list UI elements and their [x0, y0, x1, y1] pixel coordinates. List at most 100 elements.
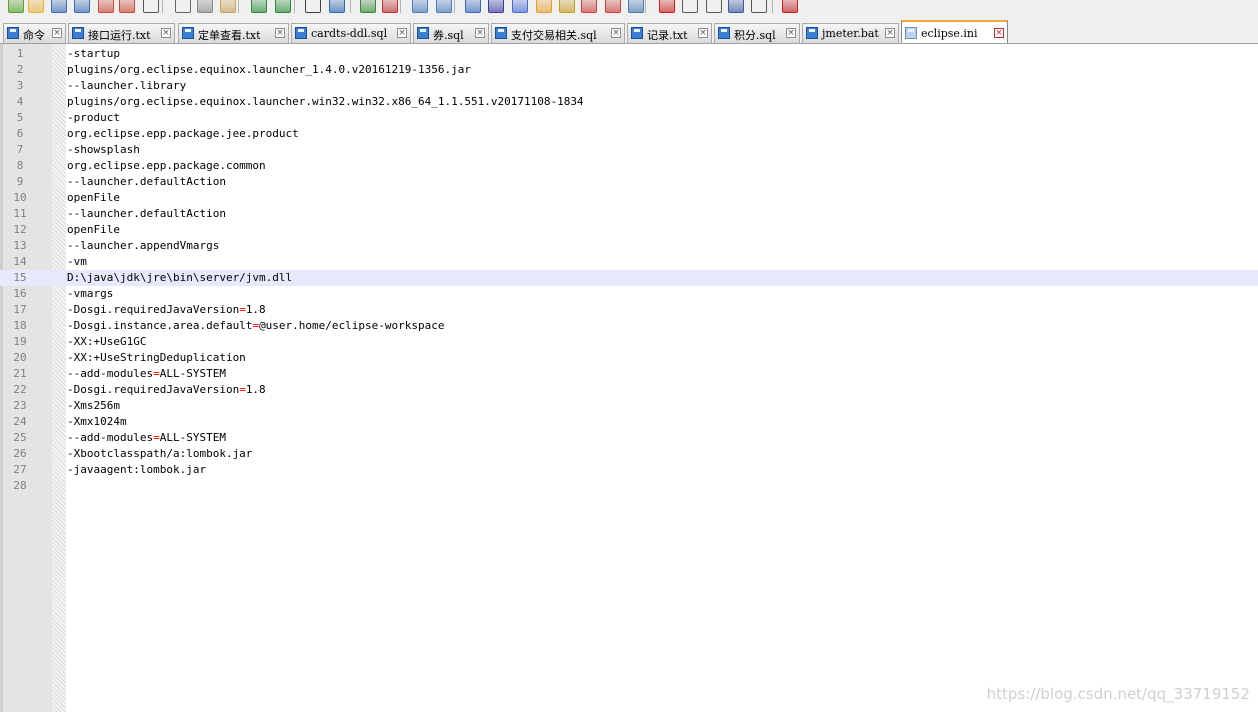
code-line[interactable]: 21 --add-modules=ALL-SYSTEM — [0, 366, 1258, 382]
line-number: 2 — [16, 63, 24, 76]
copy-icon[interactable] — [197, 0, 213, 13]
line-number: 23 — [13, 399, 27, 412]
code-line[interactable]: 27 -javaagent:lombok.jar — [0, 462, 1258, 478]
code-line[interactable]: 19 -XX:+UseG1GC — [0, 334, 1258, 350]
save-macro-icon[interactable] — [751, 0, 767, 13]
close-tab-icon[interactable]: × — [161, 28, 171, 38]
line-number: 11 — [13, 207, 27, 220]
line-text: org.eclipse.epp.package.common — [67, 159, 266, 172]
replace-icon[interactable] — [329, 0, 345, 13]
close-tab-icon[interactable]: × — [275, 28, 285, 38]
code-line[interactable]: 5 -product — [0, 110, 1258, 126]
tab-3[interactable]: 定单查看.txt × — [178, 23, 289, 43]
code-line[interactable]: 25 --add-modules=ALL-SYSTEM — [0, 430, 1258, 446]
code-line[interactable]: 28 — [0, 478, 1258, 494]
open-file-icon[interactable] — [28, 0, 44, 13]
line-text: plugins/org.eclipse.equinox.launcher.win… — [67, 95, 584, 108]
line-number: 5 — [16, 111, 24, 124]
tab-label: 记录.txt — [647, 29, 688, 42]
close-tab-icon[interactable]: × — [786, 28, 796, 38]
redo-icon[interactable] — [275, 0, 291, 13]
save-icon — [72, 27, 84, 39]
code-line[interactable]: 13 --launcher.appendVmargs — [0, 238, 1258, 254]
line-text: --launcher.appendVmargs — [67, 239, 220, 252]
editor-area[interactable]: 1 -startup 2 plugins/org.eclipse.equinox.la… — [0, 44, 1258, 712]
close-tab-icon[interactable]: × — [397, 28, 407, 38]
sync-vertical-icon[interactable] — [412, 0, 428, 13]
code-line[interactable]: 15 D:\java\jdk\jre\bin\server/jvm.dll — [0, 270, 1258, 286]
code-line[interactable]: 26 -Xbootclasspath/a:lombok.jar — [0, 446, 1258, 462]
code-line[interactable]: 12 openFile — [0, 222, 1258, 238]
tab-10[interactable]: eclipse.ini × — [901, 20, 1008, 43]
document-icon — [905, 27, 917, 39]
tab-6[interactable]: 支付交易相关.sql × — [491, 23, 625, 43]
code-line[interactable]: 9 --launcher.defaultAction — [0, 174, 1258, 190]
code-line[interactable]: 3 --launcher.library — [0, 78, 1258, 94]
undo-icon[interactable] — [251, 0, 267, 13]
zoom-in-icon[interactable] — [360, 0, 376, 13]
code-line[interactable]: 20 -XX:+UseStringDeduplication — [0, 350, 1258, 366]
code-line[interactable]: 22 -Dosgi.requiredJavaVersion=1.8 — [0, 382, 1258, 398]
print-icon[interactable] — [143, 0, 159, 13]
code-line[interactable]: 2 plugins/org.eclipse.equinox.launcher_1.… — [0, 62, 1258, 78]
cut-icon[interactable] — [175, 0, 191, 13]
code-line[interactable]: 23 -Xms256m — [0, 398, 1258, 414]
stop-record-icon[interactable] — [682, 0, 698, 13]
code-line[interactable]: 17 -Dosgi.requiredJavaVersion=1.8 — [0, 302, 1258, 318]
close-all-icon[interactable] — [119, 0, 135, 13]
code-line[interactable]: 11 --launcher.defaultAction — [0, 206, 1258, 222]
tab-9[interactable]: jmeter.bat × — [802, 23, 899, 43]
show-all-chars-icon[interactable] — [488, 0, 504, 13]
close-tab-icon[interactable]: × — [52, 28, 62, 38]
code-lines[interactable]: 1 -startup 2 plugins/org.eclipse.equinox.la… — [0, 46, 1258, 494]
code-line[interactable]: 16 -vmargs — [0, 286, 1258, 302]
tab-1[interactable]: 命令 × — [3, 23, 66, 43]
record-macro-icon[interactable] — [659, 0, 675, 13]
line-number: 27 — [13, 463, 27, 476]
tab-label: 接口运行.txt — [88, 29, 151, 42]
clipboard-icon[interactable] — [605, 0, 621, 13]
paste-icon[interactable] — [220, 0, 236, 13]
line-text: -startup — [67, 47, 120, 60]
word-wrap-icon[interactable] — [465, 0, 481, 13]
code-line[interactable]: 6 org.eclipse.epp.package.jee.product — [0, 126, 1258, 142]
close-tab-icon[interactable]: × — [698, 28, 708, 38]
line-number: 14 — [13, 255, 27, 268]
close-tab-icon[interactable]: × — [885, 28, 895, 38]
close-tab-icon[interactable]: × — [611, 28, 621, 38]
zoom-out-icon[interactable] — [382, 0, 398, 13]
code-line[interactable]: 24 -Xmx1024m — [0, 414, 1258, 430]
run-multiple-icon[interactable] — [728, 0, 744, 13]
code-line[interactable]: 10 openFile — [0, 190, 1258, 206]
monitor-eye-icon[interactable] — [628, 0, 644, 13]
code-line[interactable]: 4 plugins/org.eclipse.equinox.launcher.wi… — [0, 94, 1258, 110]
code-line[interactable]: 18 -Dosgi.instance.area.default=@user.hom… — [0, 318, 1258, 334]
play-macro-icon[interactable] — [706, 0, 722, 13]
close-file-icon[interactable] — [98, 0, 114, 13]
save-icon — [295, 27, 307, 39]
code-line[interactable]: 7 -showsplash — [0, 142, 1258, 158]
tab-5[interactable]: 券.sql × — [413, 23, 489, 43]
line-number: 1 — [16, 47, 24, 60]
close-tab-icon[interactable]: × — [475, 28, 485, 38]
new-file-icon[interactable] — [8, 0, 24, 13]
code-line[interactable]: 8 org.eclipse.epp.package.common — [0, 158, 1258, 174]
tab-2[interactable]: 接口运行.txt × — [68, 23, 175, 43]
toolbar-separator — [645, 0, 646, 13]
close-tab-icon[interactable]: × — [994, 28, 1004, 38]
save-icon[interactable] — [51, 0, 67, 13]
tab-4[interactable]: cardts-ddl.sql × — [291, 23, 411, 43]
spell-check-icon[interactable] — [782, 0, 798, 13]
indent-guide-icon[interactable] — [512, 0, 528, 13]
tab-8[interactable]: 积分.sql × — [714, 23, 800, 43]
find-icon[interactable] — [305, 0, 321, 13]
function-list-icon[interactable] — [536, 0, 552, 13]
folder-workspace-icon[interactable] — [559, 0, 575, 13]
line-number: 25 — [13, 431, 27, 444]
tab-7[interactable]: 记录.txt × — [627, 23, 712, 43]
code-line[interactable]: 1 -startup — [0, 46, 1258, 62]
save-all-icon[interactable] — [74, 0, 90, 13]
sync-horizontal-icon[interactable] — [436, 0, 452, 13]
document-map-icon[interactable] — [581, 0, 597, 13]
code-line[interactable]: 14 -vm — [0, 254, 1258, 270]
